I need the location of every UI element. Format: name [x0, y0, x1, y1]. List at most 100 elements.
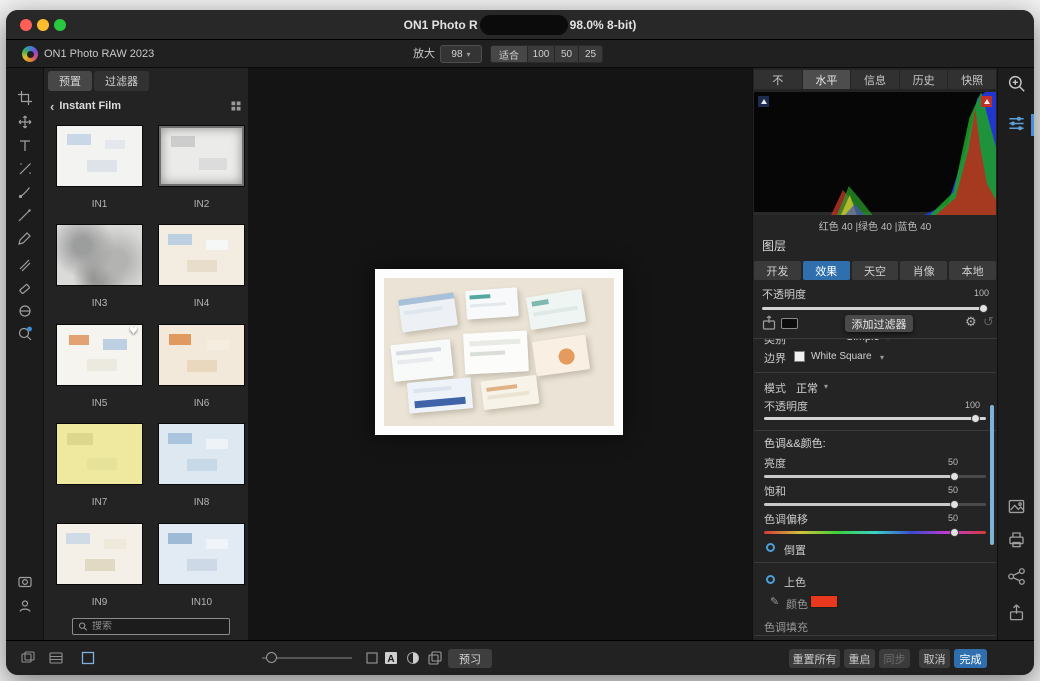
healing-brush-tool-icon[interactable]: [17, 161, 33, 177]
refine-brush-tool-icon[interactable]: [17, 256, 33, 272]
zoom-fit-button[interactable]: 适合: [491, 46, 527, 62]
photo[interactable]: [375, 269, 623, 435]
preset-thumbnail[interactable]: [56, 523, 143, 585]
tab-sky[interactable]: 天空: [852, 261, 899, 280]
zoom-100-button[interactable]: 100: [527, 46, 554, 62]
brightness-knob[interactable]: [950, 472, 959, 481]
crop-tool-icon[interactable]: [17, 90, 33, 106]
edit-sliders-icon[interactable]: [1007, 114, 1026, 133]
tab-presets[interactable]: 预置: [48, 71, 92, 91]
people-view-icon[interactable]: [17, 598, 33, 614]
filter-category-value[interactable]: Simple: [846, 339, 880, 343]
search-input[interactable]: [92, 621, 224, 632]
reset-button[interactable]: 重启: [844, 649, 875, 668]
blur-mask-tool-icon[interactable]: [17, 303, 33, 319]
saturation-knob[interactable]: [950, 500, 959, 509]
highlight-clipping-indicator[interactable]: [981, 96, 992, 107]
cancel-button[interactable]: 取消: [919, 649, 950, 668]
hue-shift-slider[interactable]: [764, 531, 986, 534]
preset-thumbnail[interactable]: [56, 224, 143, 286]
compare-contrast-icon[interactable]: [405, 650, 421, 666]
layer-opacity-knob[interactable]: [979, 304, 988, 313]
browse-view-icon[interactable]: [20, 650, 36, 666]
tab-filters[interactable]: 过滤器: [94, 71, 149, 91]
mask-view-icon[interactable]: [17, 574, 33, 590]
tab-portrait[interactable]: 肖像: [900, 261, 947, 280]
masking-bug-tool-icon[interactable]: [17, 230, 33, 246]
zoom-tool-icon[interactable]: [17, 326, 33, 342]
reset-filters-icon[interactable]: ↺: [983, 315, 994, 330]
printer-icon[interactable]: [1007, 530, 1026, 549]
preset-search[interactable]: [72, 618, 230, 635]
filmstrip-view-icon[interactable]: [48, 650, 64, 666]
blend-mode-value[interactable]: 正常: [796, 380, 818, 396]
chisel-mask-tool-icon[interactable]: [17, 280, 33, 296]
sync-button[interactable]: 同步: [879, 649, 910, 668]
info-tabs: 不 水平 信息 历史 快照: [754, 70, 996, 89]
back-chevron-icon[interactable]: ‹: [50, 99, 54, 114]
thumbnail-size-knob[interactable]: [266, 652, 277, 663]
layer-mask-thumbnail[interactable]: [781, 318, 798, 329]
move-tool-icon[interactable]: [17, 114, 33, 130]
colorize-color-swatch[interactable]: [810, 595, 838, 608]
shadow-clipping-indicator[interactable]: [758, 96, 769, 107]
panel-scrollbar[interactable]: [990, 405, 994, 545]
tab-local[interactable]: 本地: [949, 261, 996, 280]
preset-label: IN2: [158, 199, 245, 210]
layer-opacity-slider[interactable]: [762, 307, 988, 310]
canvas-area[interactable]: [248, 68, 752, 640]
original-view-icon[interactable]: [364, 650, 380, 666]
zoom-value-dropdown[interactable]: 98 ▾: [440, 45, 482, 63]
grid-view-icon[interactable]: [230, 100, 242, 112]
saturation-label: 饱和: [764, 483, 786, 499]
tab-info[interactable]: 信息: [851, 70, 899, 89]
brightness-slider[interactable]: [764, 475, 986, 478]
preset-thumbnail[interactable]: ♥: [56, 324, 143, 386]
tab-develop[interactable]: 开发: [754, 261, 801, 280]
border-value[interactable]: White Square: [811, 351, 872, 362]
redaction-blur: [480, 15, 568, 35]
preset-thumbnail[interactable]: [158, 224, 245, 286]
preset-thumbnail[interactable]: [56, 423, 143, 485]
done-button[interactable]: 完成: [954, 649, 987, 668]
gear-icon[interactable]: ⚙: [965, 315, 977, 330]
tab-history[interactable]: 历史: [900, 70, 948, 89]
preview-button[interactable]: 预习: [448, 649, 492, 668]
paint-brush-tool-icon[interactable]: [17, 184, 33, 200]
masking-brush-tool-icon[interactable]: [17, 207, 33, 223]
reset-all-button[interactable]: 重置所有: [789, 649, 840, 668]
detail-view-icon[interactable]: [80, 650, 96, 666]
bottom-bar: A 预习 重置所有 重启 同步 取消 完成: [6, 640, 1034, 675]
tab-effects[interactable]: 效果: [803, 261, 850, 280]
invert-toggle[interactable]: [766, 543, 775, 552]
filter-opacity-slider[interactable]: [764, 417, 986, 420]
saturation-slider[interactable]: [764, 503, 986, 506]
export-lut-icon[interactable]: [761, 315, 777, 331]
export-icon[interactable]: [1007, 603, 1026, 622]
chevron-down-icon: ▾: [886, 339, 890, 342]
preset-thumbnail[interactable]: [158, 523, 245, 585]
favorite-heart-icon[interactable]: ♥: [129, 326, 138, 337]
add-filter-button[interactable]: 添加过滤器: [845, 315, 913, 332]
tab-levels[interactable]: 水平: [803, 70, 851, 89]
preset-thumbnail[interactable]: [56, 125, 143, 187]
filter-opacity-label: 不透明度: [764, 398, 808, 414]
hue-shift-knob[interactable]: [950, 528, 959, 537]
colorize-toggle[interactable]: [766, 575, 775, 584]
soft-proof-icon[interactable]: A: [383, 650, 399, 666]
tab-none[interactable]: 不: [754, 70, 802, 89]
share-nodes-icon[interactable]: [1007, 567, 1026, 586]
zoom-50-button[interactable]: 50: [554, 46, 578, 62]
preset-label: IN3: [56, 298, 143, 309]
preset-thumbnail[interactable]: [158, 423, 245, 485]
zoom-25-button[interactable]: 25: [578, 46, 602, 62]
tab-snapshots[interactable]: 快照: [948, 70, 996, 89]
photo-info-icon[interactable]: [1007, 497, 1026, 516]
divider: [754, 635, 996, 636]
side-by-side-icon[interactable]: [427, 650, 443, 666]
text-tool-icon[interactable]: [17, 138, 33, 154]
filter-opacity-knob[interactable]: [971, 414, 980, 423]
navigator-zoom-icon[interactable]: [1007, 74, 1026, 93]
preset-thumbnail[interactable]: [158, 324, 245, 386]
preset-thumbnail[interactable]: [158, 125, 245, 187]
